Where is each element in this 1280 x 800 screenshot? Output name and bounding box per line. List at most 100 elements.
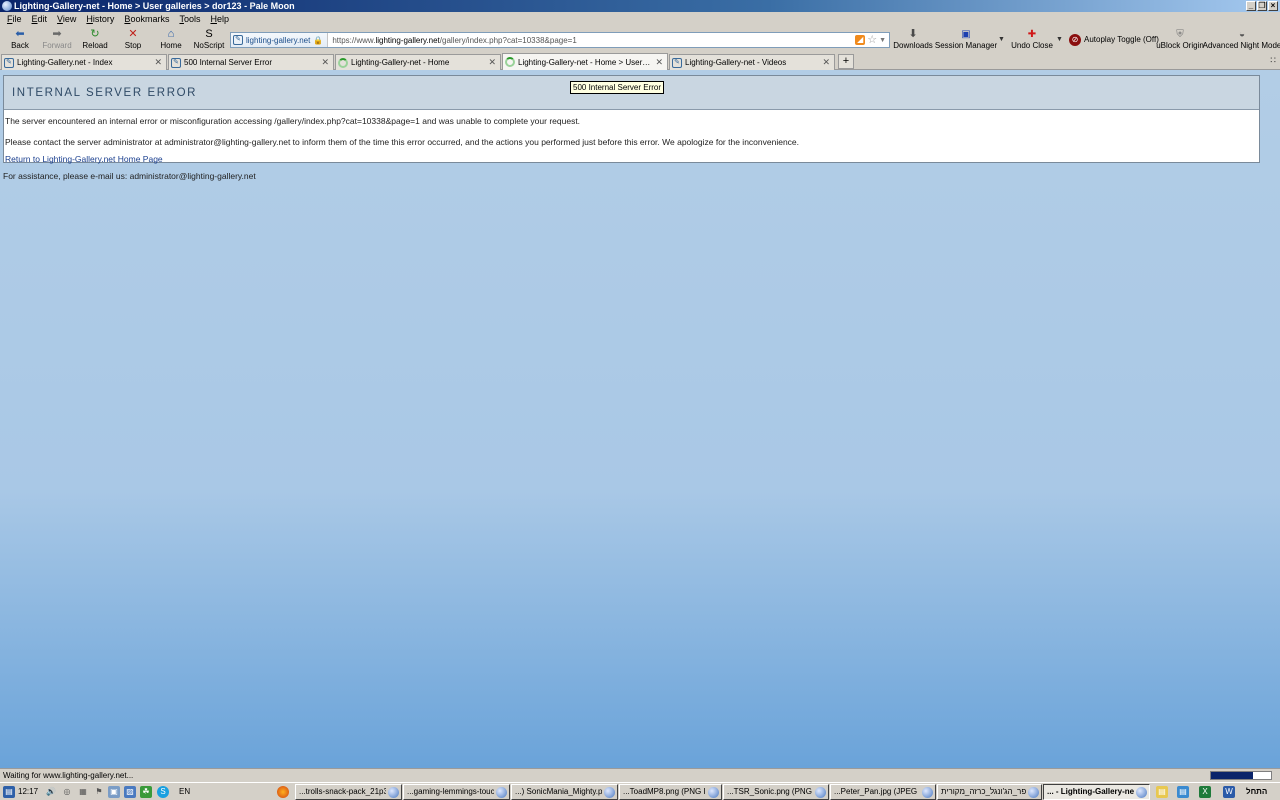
restore-button[interactable]: ❐ xyxy=(1257,1,1267,11)
home-button[interactable]: ⌂ Home xyxy=(160,26,182,53)
ublock-origin-button[interactable]: ⛨ uBlock Origin xyxy=(1156,26,1204,53)
taskbar-window-sonicmania[interactable]: ...) SonicMania_Mighty.png xyxy=(511,784,618,800)
undo-close-button[interactable]: ✚ Undo Close xyxy=(1011,26,1053,53)
globe-icon xyxy=(604,786,615,798)
taskbar-window-jungle-book[interactable]: ספר_הג'ונגל_כרזה_מקורית... xyxy=(937,784,1042,800)
forward-arrow-icon: ➡ xyxy=(52,28,62,40)
noscript-s-icon: S xyxy=(205,28,213,40)
status-bar: Waiting for www.lighting-gallery.net... xyxy=(0,768,1280,782)
close-window-button[interactable]: × xyxy=(1268,1,1278,11)
night-mode-button[interactable]: ◒ Advanced Night Mode xyxy=(1203,26,1280,53)
notepad-icon[interactable]: ▤ xyxy=(1177,786,1189,798)
tab-close-icon[interactable]: ✕ xyxy=(822,57,830,68)
pale-moon-app-icon[interactable] xyxy=(2,1,12,11)
desktop-icon[interactable]: ▤ xyxy=(3,786,15,798)
menu-help[interactable]: Help xyxy=(205,12,234,26)
taskbar-window-lemmings[interactable]: ...gaming-lemmings-touch-a xyxy=(403,784,510,800)
clock[interactable]: 12:17 xyxy=(18,785,38,798)
display-settings-icon[interactable]: ▨ xyxy=(124,786,136,798)
stop-button[interactable]: ✕ Stop xyxy=(124,26,142,53)
return-home-link[interactable]: Return to Lighting-Gallery.net Home Page xyxy=(5,154,163,164)
network-icon[interactable]: ▦ xyxy=(77,786,89,798)
flag-icon[interactable]: ⚑ xyxy=(93,786,105,798)
floppy-disk-icon: ▣ xyxy=(961,29,971,40)
menu-bookmarks[interactable]: Bookmarks xyxy=(119,12,174,26)
firefox-icon[interactable] xyxy=(277,786,289,798)
language-indicator[interactable]: EN xyxy=(179,785,190,798)
error-title: INTERNAL SERVER ERROR xyxy=(12,86,198,99)
red-cross-icon: ✚ xyxy=(1027,29,1037,40)
session-manager-dropdown[interactable]: ▼ xyxy=(998,26,1005,53)
tab-lighting-gallery-videos[interactable]: ✎ Lighting-Gallery-net - Videos ✕ xyxy=(669,54,835,70)
green-app-icon[interactable]: ☘ xyxy=(140,786,152,798)
window-title: Lighting-Gallery-net - Home > User galle… xyxy=(14,1,295,11)
minimize-button[interactable]: _ xyxy=(1246,1,1256,11)
site-identity-box[interactable]: ✎ lighting-gallery.net 🔒 xyxy=(231,33,329,47)
tab-500-error[interactable]: ✎ 500 Internal Server Error ✕ xyxy=(168,54,334,70)
tab-user-galleries[interactable]: Lighting-Gallery-net - Home > User galle… xyxy=(502,53,668,70)
network-computers-icon[interactable]: ▣ xyxy=(108,786,120,798)
new-tab-button[interactable]: + xyxy=(838,54,854,69)
tab-close-icon[interactable]: ✕ xyxy=(655,57,663,68)
url-history-dropdown-icon[interactable]: ▼ xyxy=(879,37,886,44)
site-favicon-icon: ✎ xyxy=(4,57,14,68)
word-icon[interactable]: W xyxy=(1223,786,1235,798)
menu-file[interactable]: File xyxy=(2,12,27,26)
assistance-text: For assistance, please e-mail us: admini… xyxy=(3,171,256,181)
sound-device-icon[interactable]: ◎ xyxy=(61,786,73,798)
taskbar-window-tsr-sonic[interactable]: ...TSR_Sonic.png (PNG Ima xyxy=(723,784,829,800)
start-button[interactable]: התחל xyxy=(1246,785,1267,798)
globe-icon xyxy=(708,786,719,798)
undo-close-dropdown[interactable]: ▼ xyxy=(1056,26,1063,53)
reload-button[interactable]: ↻ Reload xyxy=(82,26,107,53)
volume-icon[interactable]: 🔊 xyxy=(45,786,57,798)
page-load-progress-bar xyxy=(1210,771,1272,780)
forward-button[interactable]: ➡ Forward xyxy=(42,26,72,53)
taskbar-window-lighting-gallery[interactable]: ... - Lighting-Gallery-net xyxy=(1043,784,1150,800)
globe-icon xyxy=(1028,786,1039,798)
address-bar[interactable]: ✎ lighting-gallery.net 🔒 https://www.lig… xyxy=(230,32,890,48)
lightbulb-icon: ◒ xyxy=(1238,29,1246,40)
site-favicon-icon: ✎ xyxy=(672,57,682,68)
site-favicon-icon: ✎ xyxy=(171,57,181,68)
plus-icon: + xyxy=(842,55,850,67)
url-scheme: https://www. xyxy=(332,35,376,45)
url-input[interactable]: https://www.lighting-gallery.net/gallery… xyxy=(328,36,855,45)
globe-icon xyxy=(815,786,826,798)
menu-view[interactable]: View xyxy=(52,12,81,26)
taskbar-window-peter-pan[interactable]: ...Peter_Pan.jpg (JPEG Imag xyxy=(830,784,936,800)
taskbar-window-trolls[interactable]: ...trolls-snack-pack_21p3.p xyxy=(295,784,402,800)
tab-close-icon[interactable]: ✕ xyxy=(154,57,162,68)
list-all-tabs-icon[interactable]: ∷ xyxy=(1270,55,1276,66)
folder-icon[interactable]: ▤ xyxy=(1156,786,1168,798)
autoplay-blocked-icon: ⊘ xyxy=(1069,33,1081,46)
downloads-button[interactable]: ⬇ Downloads xyxy=(893,26,933,53)
status-text: Waiting for www.lighting-gallery.net... xyxy=(3,771,134,780)
tab-lighting-gallery-index[interactable]: ✎ Lighting-Gallery.net - Index ✕ xyxy=(1,54,167,70)
menu-edit[interactable]: Edit xyxy=(27,12,53,26)
back-button[interactable]: ⬅ Back xyxy=(8,26,32,53)
excel-icon[interactable]: X xyxy=(1199,786,1211,798)
identity-label: lighting-gallery.net xyxy=(246,35,311,45)
menu-history[interactable]: History xyxy=(81,12,119,26)
menu-tools[interactable]: Tools xyxy=(174,12,205,26)
windows-taskbar: ▤ 12:17 🔊 ◎ ▦ ⚑ ▣ ▨ ☘ S EN ...trolls-sna… xyxy=(0,782,1280,800)
tab-lighting-gallery-home[interactable]: Lighting-Gallery-net - Home ✕ xyxy=(335,54,501,70)
url-path: /gallery/index.php?cat=10338&page=1 xyxy=(439,35,577,45)
padlock-icon: 🔒 xyxy=(313,35,324,45)
progress-fill xyxy=(1211,772,1253,779)
url-host: lighting-gallery.net xyxy=(375,35,440,45)
window-title-bar[interactable]: Lighting-Gallery-net - Home > User galle… xyxy=(0,0,1280,12)
taskbar-window-toadmp8[interactable]: ...ToadMP8.png (PNG Image xyxy=(619,784,722,800)
tab-close-icon[interactable]: ✕ xyxy=(321,57,329,68)
bookmark-star-icon[interactable]: ☆ xyxy=(867,35,877,46)
tab-close-icon[interactable]: ✕ xyxy=(488,57,496,68)
shield-icon: ⛨ xyxy=(1176,29,1184,40)
autoplay-toggle-button[interactable]: ⊘ Autoplay Toggle (Off) xyxy=(1069,26,1159,53)
session-manager-button[interactable]: ▣ Session Manager xyxy=(935,26,997,53)
noscript-button[interactable]: S NoScript xyxy=(194,26,225,53)
home-icon: ⌂ xyxy=(167,28,175,40)
page-content: INTERNAL SERVER ERROR The server encount… xyxy=(0,70,1280,768)
rss-feed-icon[interactable]: ◢ xyxy=(855,35,866,45)
skype-icon[interactable]: S xyxy=(157,786,169,798)
